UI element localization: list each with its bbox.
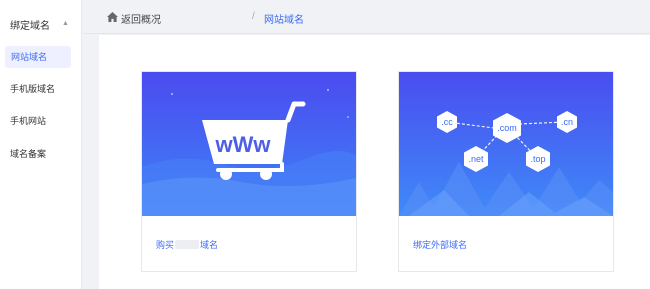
breadcrumb: 返回概况 / 网站域名 — [83, 0, 650, 34]
sidebar-item-label: 手机版域名 — [10, 84, 56, 94]
domain-tld-com: .com — [497, 123, 517, 133]
bind-external-domain-card[interactable]: .cc .com .cn .net .top 绑定外部域名 — [398, 71, 614, 272]
buy-domain-card[interactable]: wWw 购买 域名 — [141, 71, 357, 272]
sidebar-item-label: 域名备案 — [10, 149, 47, 159]
breadcrumb-current: 网站域名 — [264, 15, 304, 26]
domain-tld-net: .net — [468, 154, 484, 164]
sidebar-group-title: 绑定域名 — [10, 21, 50, 32]
sidebar-item-mobile-site[interactable]: 手机网站 — [0, 110, 82, 132]
sidebar: 绑定域名 ▲ 网站域名 手机版域名 手机网站 域名备案 — [0, 0, 82, 289]
caption-suffix: 域名 — [200, 240, 219, 250]
chevron-up-icon: ▲ — [62, 20, 69, 27]
domain-tld-cn: .cn — [561, 117, 573, 127]
domain-network-banner: .cc .com .cn .net .top — [399, 72, 613, 216]
sidebar-item-site-domain[interactable]: 网站域名 — [5, 46, 71, 68]
redacted-brand — [175, 240, 200, 249]
bind-external-domain-label[interactable]: 绑定外部域名 — [413, 238, 467, 251]
sidebar-group-bind-domain[interactable]: 绑定域名 ▲ — [10, 17, 69, 32]
home-icon[interactable] — [107, 12, 118, 22]
sidebar-item-mobile-domain[interactable]: 手机版域名 — [0, 78, 82, 100]
buy-domain-label[interactable]: 购买 域名 — [156, 238, 218, 251]
breadcrumb-separator: / — [252, 11, 255, 22]
breadcrumb-back-link[interactable]: 返回概况 — [121, 11, 161, 26]
sidebar-item-label: 网站域名 — [11, 52, 48, 62]
domain-tld-top: .top — [530, 154, 545, 164]
caption-prefix: 购买 — [156, 240, 175, 250]
svg-text:wWw: wWw — [215, 132, 272, 157]
sidebar-item-icp[interactable]: 域名备案 — [0, 143, 82, 165]
sidebar-item-label: 手机网站 — [10, 116, 47, 126]
shopping-cart-banner: wWw — [142, 72, 356, 216]
domain-tld-cc: .cc — [441, 117, 453, 127]
